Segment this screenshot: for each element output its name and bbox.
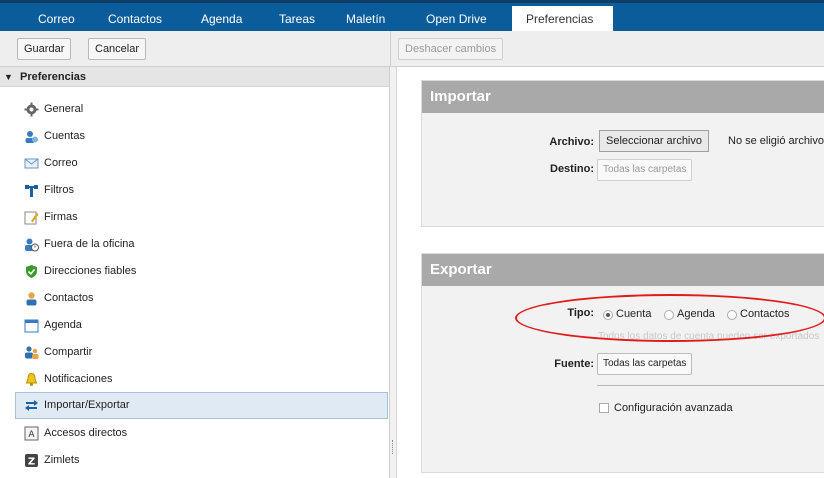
preferences-tree-header[interactable]: ▼ Preferencias xyxy=(0,67,389,87)
sidebar-item-label: Correo xyxy=(44,157,78,169)
file-label: Archivo: xyxy=(549,136,594,148)
highlight-ellipse xyxy=(515,294,824,342)
tab-correo[interactable]: Correo xyxy=(28,6,85,34)
tab-tareas[interactable]: Tareas xyxy=(269,6,325,34)
tab-contactos[interactable]: Contactos xyxy=(98,6,172,34)
import-export-content: Importar Archivo: Seleccionar archivo No… xyxy=(397,67,824,478)
sidebar-item-label: Direcciones fiables xyxy=(44,265,137,277)
choose-file-button[interactable]: Seleccionar archivo xyxy=(599,130,709,152)
import-panel-title: Importar xyxy=(422,81,824,113)
sidebar-item-label: Fuera de la oficina xyxy=(44,238,135,250)
destination-folder-button[interactable]: Todas las carpetas xyxy=(597,159,693,181)
sidebar-item-label: Cuentas xyxy=(44,130,85,142)
sidebar-item-label: Contactos xyxy=(44,292,94,304)
sidebar-item-zimlets[interactable]: Z Zimlets xyxy=(16,447,386,474)
sidebar-item-agenda[interactable]: Agenda xyxy=(16,312,386,339)
contact-icon xyxy=(26,292,37,306)
sidebar-item-label: Accesos directos xyxy=(44,427,128,439)
svg-text:Z: Z xyxy=(28,457,35,468)
gear-icon xyxy=(24,102,39,117)
cancel-button[interactable]: Cancelar xyxy=(88,38,147,60)
filter-icon xyxy=(25,185,38,197)
advanced-divider xyxy=(597,385,824,386)
preferences-sidebar: ▼ Preferencias General Cuentas Correo Fi… xyxy=(0,67,390,478)
sidebar-item-compartir[interactable]: Compartir xyxy=(16,339,386,366)
export-panel: Exportar Tipo: Cuenta Agenda Contactos T… xyxy=(421,253,824,473)
toolbar-divider xyxy=(390,31,391,67)
collapse-triangle-icon[interactable]: ▼ xyxy=(4,67,13,87)
svg-text:A: A xyxy=(28,430,35,440)
sidebar-item-accesos-directos[interactable]: A Accesos directos xyxy=(16,420,386,447)
out-of-office-icon xyxy=(25,238,39,252)
source-folder-button[interactable]: Todas las carpetas xyxy=(597,353,693,375)
advanced-settings-label[interactable]: Configuración avanzada xyxy=(614,402,733,414)
sidebar-item-filtros[interactable]: Filtros xyxy=(16,177,386,204)
bell-icon xyxy=(25,372,38,386)
toolbar: Guardar Cancelar Deshacer cambios xyxy=(0,31,824,67)
sidebar-item-firmas[interactable]: Firmas xyxy=(16,204,386,231)
sidebar-item-label: Firmas xyxy=(44,211,78,223)
tab-maletin[interactable]: Maletín xyxy=(336,6,395,34)
source-label: Fuente: xyxy=(554,358,594,370)
tab-preferencias[interactable]: Preferencias xyxy=(512,6,613,34)
signature-icon xyxy=(24,211,39,225)
undo-changes-button[interactable]: Deshacer cambios xyxy=(398,38,504,60)
tab-open-drive[interactable]: Open Drive xyxy=(416,6,497,34)
sidebar-item-notificaciones[interactable]: Notificaciones xyxy=(16,366,386,393)
trusted-shield-icon xyxy=(26,265,37,278)
destination-label: Destino: xyxy=(550,163,594,175)
sidebar-item-cuentas[interactable]: Cuentas xyxy=(16,123,386,150)
accounts-icon xyxy=(25,131,38,143)
sidebar-item-label: Importar/Exportar xyxy=(44,399,130,411)
export-panel-title: Exportar xyxy=(422,254,824,286)
tab-agenda[interactable]: Agenda xyxy=(191,6,252,34)
app-tab-bar: Correo Contactos Agenda Tareas Maletín O… xyxy=(0,0,824,34)
sidebar-item-direcciones-fiables[interactable]: Direcciones fiables xyxy=(16,258,386,285)
sidebar-item-fuera-oficina[interactable]: Fuera de la oficina xyxy=(16,231,386,258)
keyboard-shortcut-icon: A xyxy=(24,426,39,441)
sidebar-item-label: Compartir xyxy=(44,346,93,358)
sidebar-item-label: Agenda xyxy=(44,319,82,331)
sidebar-item-importar-exportar[interactable]: Importar/Exportar xyxy=(15,392,388,419)
pane-splitter[interactable] xyxy=(390,67,397,478)
sidebar-item-correo[interactable]: Correo xyxy=(16,150,386,177)
import-panel: Importar Archivo: Seleccionar archivo No… xyxy=(421,80,824,227)
sidebar-item-label: Filtros xyxy=(44,184,74,196)
sidebar-item-label: General xyxy=(44,103,84,115)
sidebar-item-contactos[interactable]: Contactos xyxy=(16,285,386,312)
share-icon xyxy=(25,346,39,359)
sidebar-header-label: Preferencias xyxy=(20,71,87,83)
import-export-icon xyxy=(25,400,38,411)
envelope-icon xyxy=(24,158,39,169)
sidebar-item-label: Notificaciones xyxy=(44,373,113,385)
sidebar-item-label: Zimlets xyxy=(44,454,80,466)
zimlet-icon: Z xyxy=(25,454,38,468)
file-status-text: No se eligió archivo xyxy=(728,135,824,147)
sidebar-item-general[interactable]: General xyxy=(16,96,386,123)
calendar-icon xyxy=(24,319,39,333)
advanced-settings-checkbox[interactable] xyxy=(599,403,609,413)
splitter-grip[interactable] xyxy=(392,440,394,454)
save-button[interactable]: Guardar xyxy=(17,38,72,60)
